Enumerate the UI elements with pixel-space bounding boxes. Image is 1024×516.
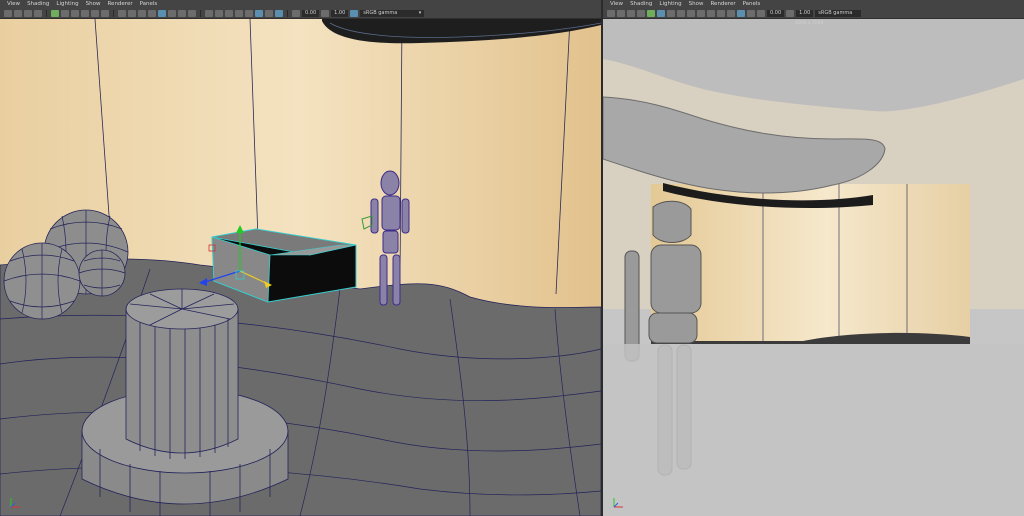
bookmark-icon[interactable] (24, 9, 32, 17)
smooth-shade-icon[interactable] (697, 9, 705, 17)
viewport-panel-right[interactable]: View Shading Lighting Show Renderer Pane… (603, 0, 1024, 516)
color-space-value: sRGB gamma (363, 9, 398, 16)
toolbar-separator (46, 9, 47, 17)
xray-joints-icon[interactable] (275, 9, 283, 17)
gate-mask-icon[interactable] (667, 9, 675, 17)
axis-gizmo-icon (10, 498, 20, 508)
exposure-icon[interactable] (292, 9, 300, 17)
isolate-select-icon[interactable] (747, 9, 755, 17)
sphere-left[interactable] (3, 242, 81, 320)
use-all-lights-icon[interactable] (178, 9, 186, 17)
color-space-dropdown[interactable]: sRGB gamma ▾ (360, 9, 425, 17)
safe-action-icon[interactable] (91, 9, 99, 17)
exposure-icon[interactable] (757, 9, 765, 17)
menu-renderer[interactable]: Renderer (107, 0, 132, 8)
menu-panels[interactable]: Panels (743, 0, 761, 8)
menu-show[interactable]: Show (86, 0, 101, 8)
menu-lighting[interactable]: Lighting (56, 0, 78, 8)
film-gate-icon[interactable] (51, 9, 59, 17)
menu-shading[interactable]: Shading (27, 0, 49, 8)
color-space-value: sRGB gamma (818, 9, 853, 16)
camera-attributes-icon[interactable] (14, 9, 22, 17)
menu-view[interactable]: View (610, 0, 623, 8)
gamma-field[interactable]: 1.00 (796, 9, 814, 17)
xray-active-components-icon[interactable] (265, 9, 273, 17)
toolbar-separator (287, 9, 288, 17)
wireframe-icon[interactable] (128, 9, 136, 17)
shadows-icon[interactable] (727, 9, 735, 17)
scene-canvas (0, 19, 601, 516)
resolution-label: 4096 x 2048 (795, 21, 824, 26)
safe-title-icon[interactable] (101, 9, 109, 17)
sphere-small[interactable] (78, 249, 126, 297)
use-all-lights-icon[interactable] (717, 9, 725, 17)
color-management-icon[interactable] (350, 9, 359, 17)
exposure-field[interactable]: 0.00 (767, 9, 785, 17)
dropdown-arrow-icon: ▾ (418, 9, 422, 16)
depth-of-field-icon[interactable] (235, 9, 243, 17)
bookmark-icon[interactable] (627, 9, 635, 17)
panel-menu-bar: View Shading Lighting Show Renderer Pane… (0, 0, 601, 8)
gate-mask-icon[interactable] (71, 9, 79, 17)
textured-icon[interactable] (707, 9, 715, 17)
multisample-aa-icon[interactable] (225, 9, 233, 17)
isolate-select-icon[interactable] (245, 9, 253, 17)
textured-icon[interactable] (168, 9, 176, 17)
menu-view[interactable]: View (7, 0, 20, 8)
panel-menu-bar: View Shading Lighting Show Renderer Pane… (603, 0, 1024, 8)
grid-icon[interactable] (677, 9, 685, 17)
default-material-icon[interactable] (148, 9, 156, 17)
image-plane-icon[interactable] (637, 9, 645, 17)
axis-gizmo-icon (613, 498, 623, 508)
select-camera-icon[interactable] (4, 9, 12, 17)
camera-attributes-icon[interactable] (617, 9, 625, 17)
image-plane-icon[interactable] (34, 9, 42, 17)
panel-toolbar: 0.00 1.00 sRGB gamma (603, 8, 1024, 19)
scene-canvas (603, 19, 1024, 516)
viewport-panel-left[interactable]: View Shading Lighting Show Renderer Pane… (0, 0, 601, 516)
wireframe-on-shaded-icon[interactable] (158, 9, 166, 17)
select-camera-icon[interactable] (607, 9, 615, 17)
motion-blur-icon[interactable] (215, 9, 223, 17)
menu-lighting[interactable]: Lighting (659, 0, 681, 8)
cylinder-column[interactable] (125, 288, 239, 459)
gamma-icon[interactable] (321, 9, 330, 17)
screen-space-ao-icon[interactable] (205, 9, 213, 17)
color-space-dropdown[interactable]: sRGB gamma (815, 9, 862, 17)
grid-icon[interactable] (118, 9, 126, 17)
menu-shading[interactable]: Shading (630, 0, 652, 8)
xray-icon[interactable] (255, 9, 263, 17)
field-chart-icon[interactable] (81, 9, 89, 17)
menu-panels[interactable]: Panels (140, 0, 158, 8)
panel-toolbar: 0.00 1.00 sRGB gamma ▾ (0, 8, 601, 19)
exposure-field[interactable]: 0.00 (302, 9, 320, 17)
viewport-perspective-scene[interactable] (0, 19, 601, 516)
resolution-gate-icon[interactable] (657, 9, 665, 17)
shadows-icon[interactable] (188, 9, 196, 17)
toolbar-separator (113, 9, 114, 17)
viewport-camera-view[interactable] (603, 19, 1024, 516)
wireframe-icon[interactable] (687, 9, 695, 17)
film-gate-icon[interactable] (647, 9, 655, 17)
smooth-shade-icon[interactable] (138, 9, 146, 17)
menu-show[interactable]: Show (689, 0, 704, 8)
xray-icon[interactable] (737, 9, 745, 17)
resolution-gate-icon[interactable] (61, 9, 69, 17)
menu-renderer[interactable]: Renderer (710, 0, 735, 8)
toolbar-separator (200, 9, 201, 17)
gamma-field[interactable]: 1.00 (331, 9, 349, 17)
gamma-icon[interactable] (786, 9, 795, 17)
